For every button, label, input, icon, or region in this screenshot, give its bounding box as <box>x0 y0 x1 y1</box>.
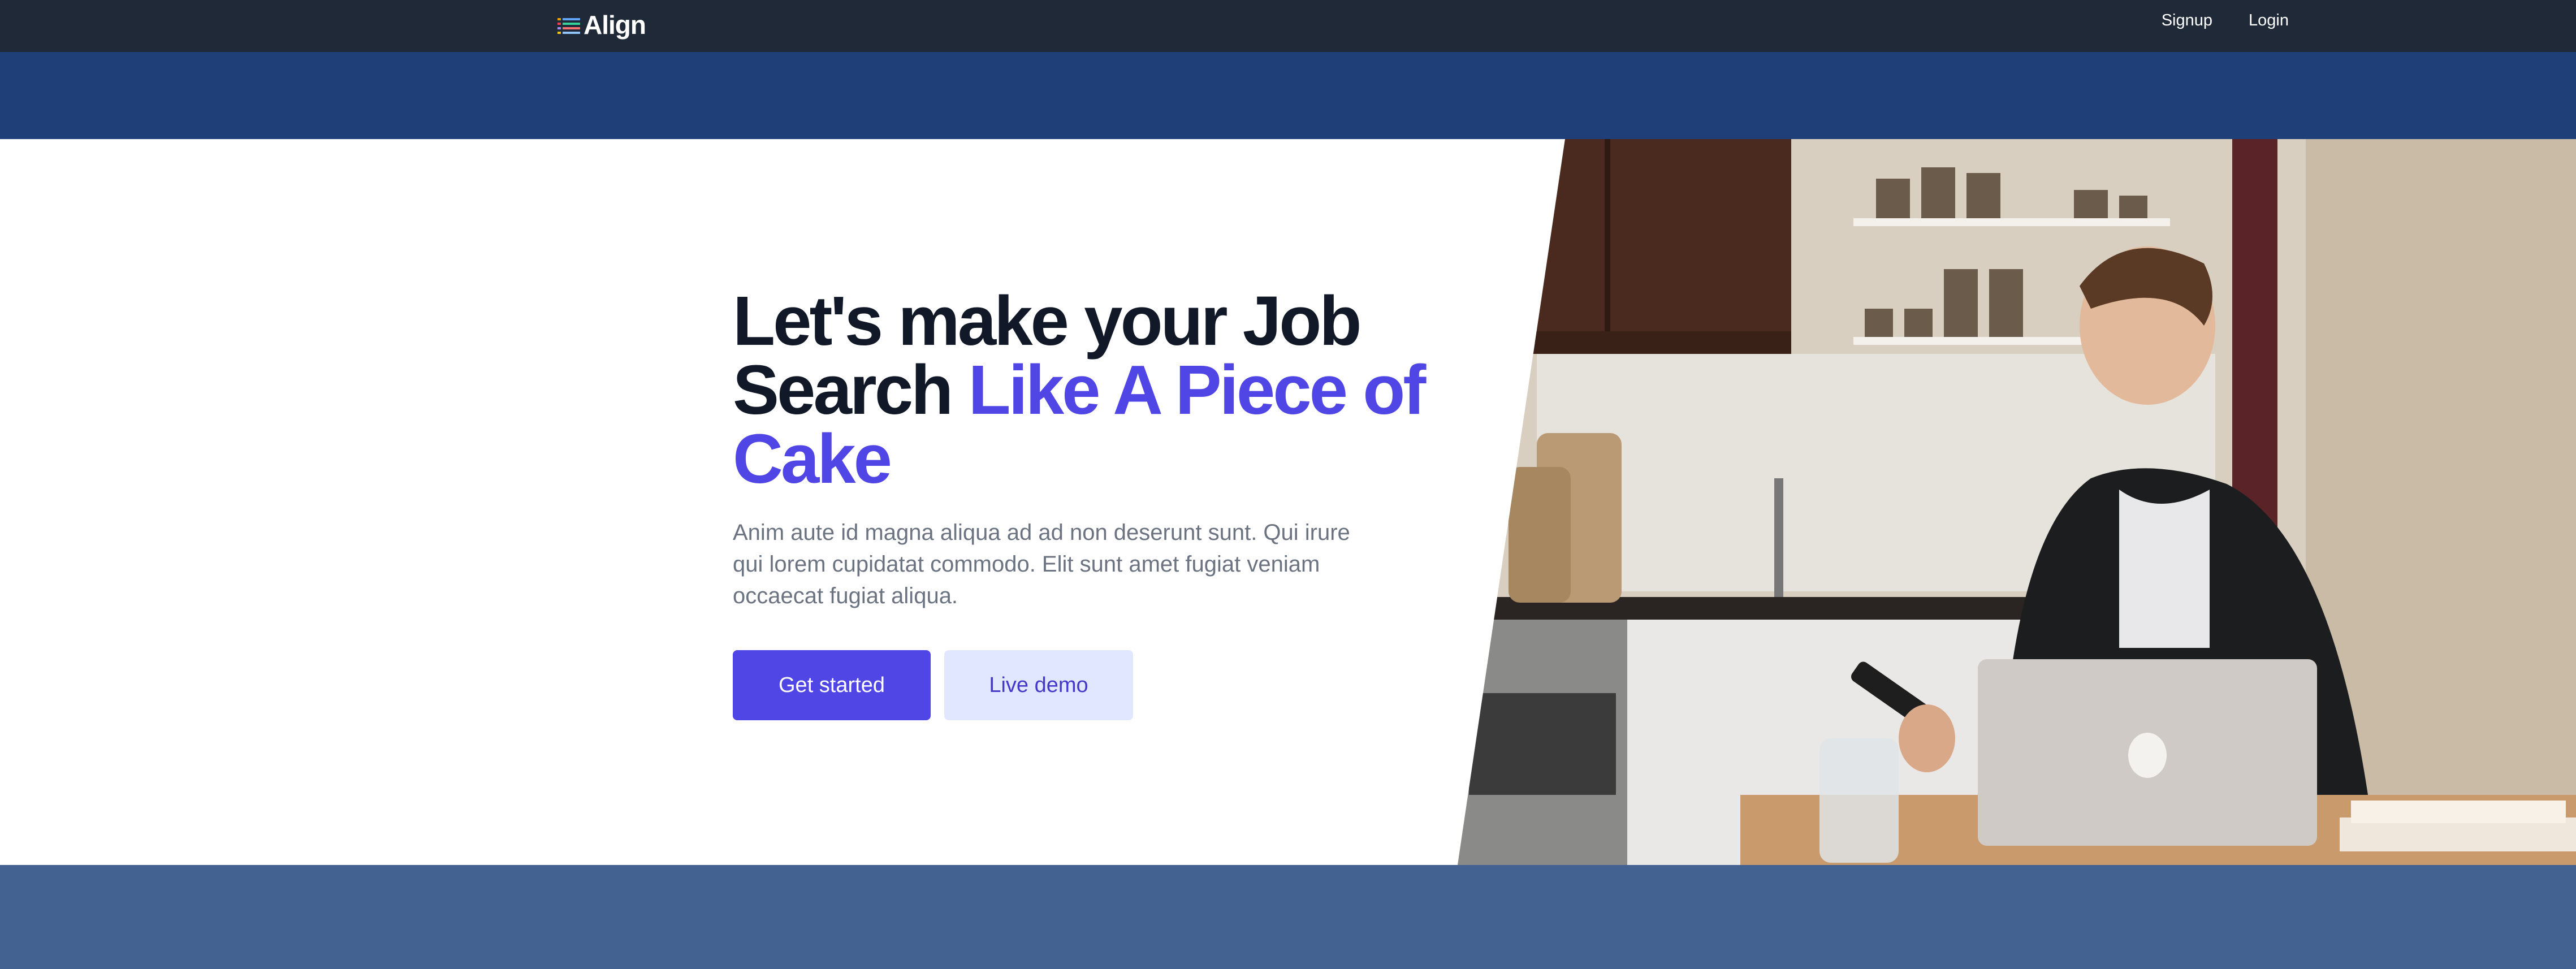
login-link[interactable]: Login <box>2249 11 2289 30</box>
hero-content: Let's make your Job Search Like A Piece … <box>733 287 1468 720</box>
hero-buttons: Get started Live demo <box>733 650 1468 720</box>
top-navbar: Align Signup Login <box>0 0 2576 52</box>
get-started-button[interactable]: Get started <box>733 650 931 720</box>
hero-photo <box>1458 139 2576 865</box>
hero-headline: Let's make your Job Search Like A Piece … <box>733 287 1468 494</box>
list-lines-icon <box>557 16 580 34</box>
hero-section: Let's make your Job Search Like A Piece … <box>0 139 2576 865</box>
brand-logo-link[interactable]: Align <box>557 8 646 42</box>
hero-description: Anim aute id magna aliqua ad ad non dese… <box>733 520 1350 608</box>
nav-links: Signup Login <box>2162 0 2289 41</box>
brand-name: Align <box>584 10 646 40</box>
live-demo-button[interactable]: Live demo <box>944 650 1133 720</box>
signup-link[interactable]: Signup <box>2162 11 2212 30</box>
top-color-band <box>0 52 2576 139</box>
bottom-color-band <box>0 865 2576 969</box>
